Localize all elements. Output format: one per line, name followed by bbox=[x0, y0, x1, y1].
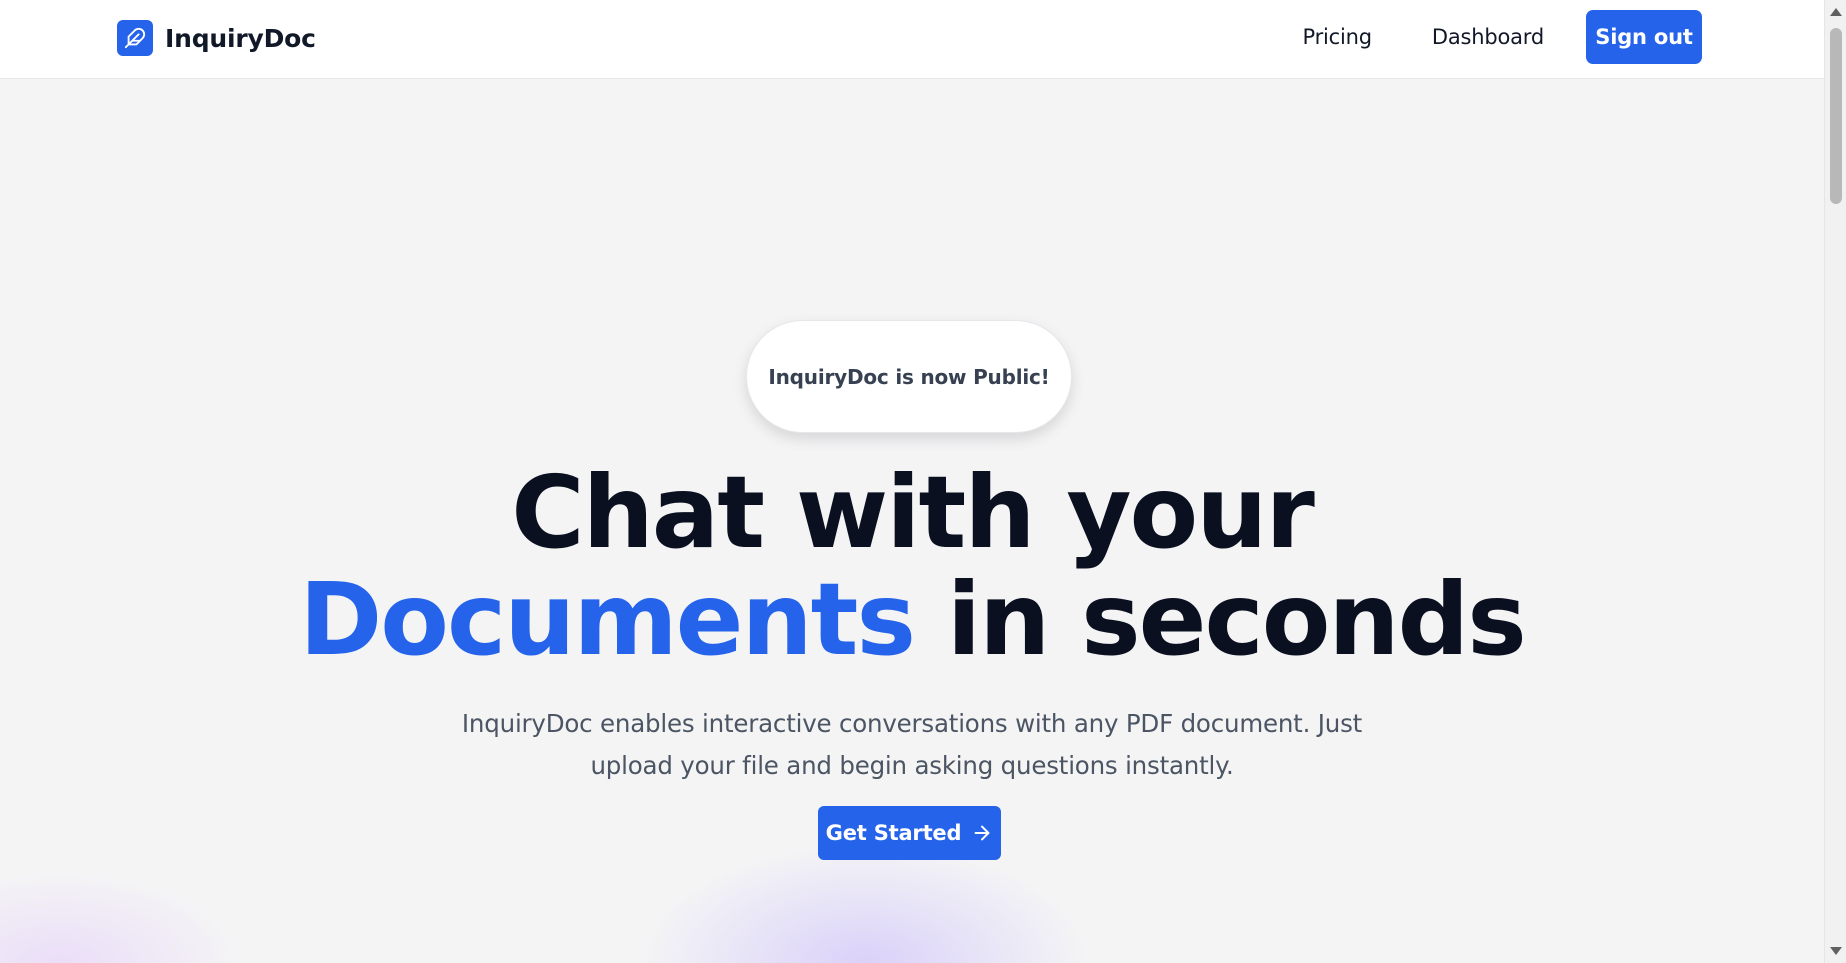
scrollbar-thumb[interactable] bbox=[1830, 28, 1842, 204]
get-started-button[interactable]: Get Started bbox=[818, 806, 1001, 860]
nav-pricing-link[interactable]: Pricing bbox=[1280, 10, 1393, 64]
headline-rest: in seconds bbox=[914, 561, 1527, 678]
main-nav: Pricing Dashboard Sign out bbox=[1280, 10, 1702, 64]
brand-name: InquiryDoc bbox=[165, 23, 316, 53]
vertical-scrollbar[interactable] bbox=[1824, 0, 1846, 963]
scroll-down-arrow-icon[interactable] bbox=[1830, 947, 1842, 955]
sign-out-button[interactable]: Sign out bbox=[1586, 10, 1702, 64]
arrow-right-icon bbox=[971, 822, 993, 844]
hero-headline: Chat with your Documents in seconds bbox=[0, 459, 1824, 673]
hero-section: InquiryDoc is now Public! Chat with your… bbox=[0, 79, 1824, 963]
headline-line1: Chat with your bbox=[511, 454, 1315, 571]
headline-accent: Documents bbox=[299, 561, 916, 678]
browser-viewport: InquiryDoc Pricing Dashboard Sign out In… bbox=[0, 0, 1846, 963]
top-navbar: InquiryDoc Pricing Dashboard Sign out bbox=[0, 0, 1824, 79]
nav-dashboard-link[interactable]: Dashboard bbox=[1410, 10, 1566, 64]
feather-icon bbox=[117, 20, 153, 56]
scroll-up-arrow-icon[interactable] bbox=[1830, 8, 1842, 16]
get-started-label: Get Started bbox=[825, 821, 962, 845]
announcement-badge: InquiryDoc is now Public! bbox=[746, 320, 1072, 433]
hero-description: InquiryDoc enables interactive conversat… bbox=[461, 709, 1363, 780]
brand-home-link[interactable]: InquiryDoc bbox=[117, 20, 316, 56]
